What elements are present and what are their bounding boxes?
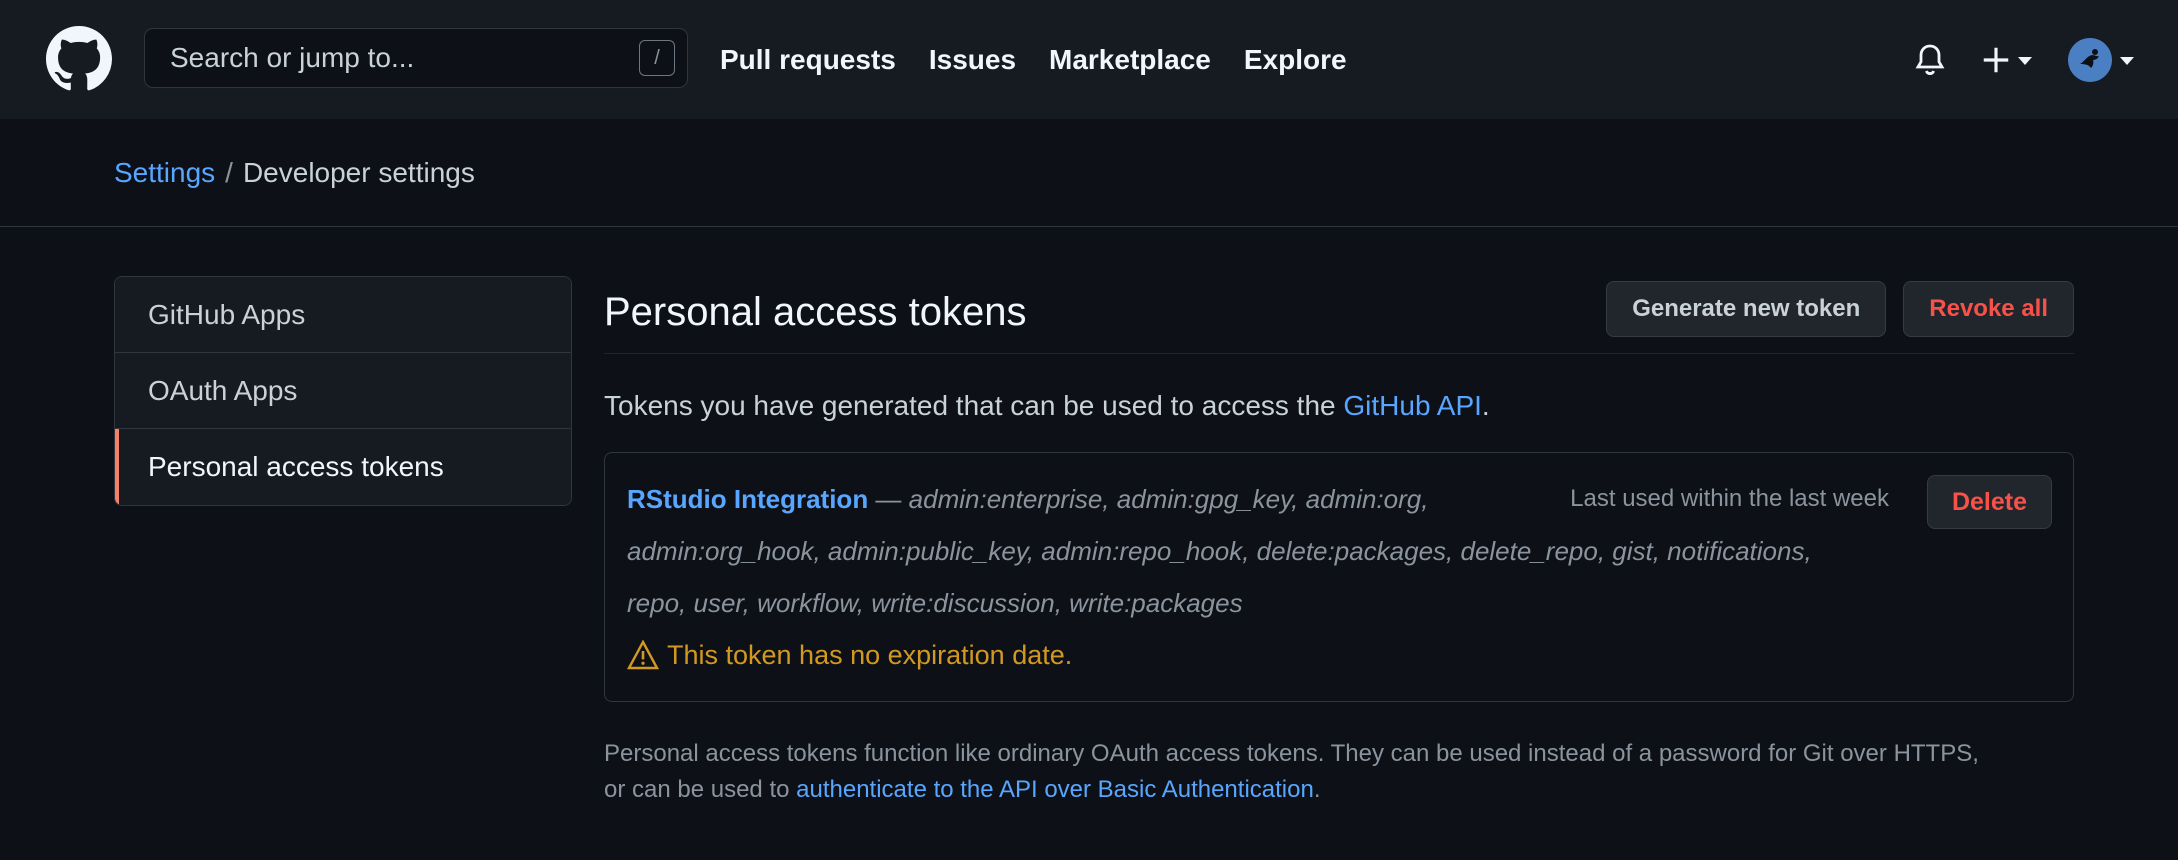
help-line1: Personal access tokens function like ord… <box>604 740 1979 767</box>
sidebar-item-personal-access-tokens[interactable]: Personal access tokens <box>115 429 571 505</box>
avatar <box>2068 37 2112 82</box>
github-logo-icon[interactable] <box>46 26 112 92</box>
create-new-dropdown[interactable] <box>1982 46 2032 74</box>
search-placeholder: Search or jump to... <box>170 42 415 73</box>
page-header: Personal access tokens Generate new toke… <box>604 276 2074 354</box>
nav-pull-requests[interactable]: Pull requests <box>720 44 896 76</box>
sidebar-item-github-apps[interactable]: GitHub Apps <box>115 277 571 353</box>
basic-auth-link[interactable]: authenticate to the API over Basic Authe… <box>796 776 1314 803</box>
sidebar-item-label: OAuth Apps <box>148 374 298 406</box>
tokens-help-text: Personal access tokens function like ord… <box>604 736 2074 808</box>
description-text: Tokens you have generated that can be us… <box>604 390 1344 421</box>
token-scopes-line2: admin:org_hook, admin:public_key, admin:… <box>627 536 1812 566</box>
top-header: Search or jump to... / Pull requests Iss… <box>0 0 2178 119</box>
search-shortcut-key: / <box>639 40 675 76</box>
warning-text: This token has no expiration date. <box>667 640 1073 670</box>
main-content: Personal access tokens Generate new toke… <box>604 276 2074 808</box>
token-dash: — <box>868 484 909 514</box>
help-line2-suffix: . <box>1313 776 1321 803</box>
plus-icon <box>1983 47 2009 72</box>
breadcrumb-separator: / <box>225 156 233 188</box>
nav-issues[interactable]: Issues <box>929 44 1016 76</box>
nav-explore[interactable]: Explore <box>1244 44 1347 76</box>
breadcrumb-settings-link[interactable]: Settings <box>114 157 215 189</box>
revoke-all-button[interactable]: Revoke all <box>1903 280 2074 337</box>
tokens-description: Tokens you have generated that can be us… <box>604 390 2074 422</box>
delete-token-button[interactable]: Delete <box>1927 475 2052 529</box>
chevron-down-icon <box>2018 56 2032 65</box>
github-api-link[interactable]: GitHub API <box>1343 390 1482 421</box>
generate-new-token-button[interactable]: Generate new token <box>1606 280 1887 337</box>
token-name-link[interactable]: RStudio Integration <box>627 484 868 514</box>
user-menu-dropdown[interactable] <box>2068 37 2134 82</box>
token-expiration-warning: This token has no expiration date. <box>627 629 1895 681</box>
sidebar-item-label: GitHub Apps <box>148 298 306 330</box>
chevron-down-icon <box>2120 56 2134 65</box>
breadcrumb: Settings / Developer settings <box>0 119 2178 227</box>
developer-settings-sidebar: GitHub Apps OAuth Apps Personal access t… <box>114 276 572 506</box>
token-scopes-line3: repo, user, workflow, write:discussion, … <box>627 588 1243 618</box>
description-period: . <box>1481 390 1490 421</box>
top-nav: Pull requests Issues Marketplace Explore <box>720 0 1347 119</box>
page-actions: Generate new token Revoke all <box>1606 280 2074 337</box>
breadcrumb-current: Developer settings <box>242 156 475 188</box>
bell-icon <box>1915 44 1945 75</box>
notifications-button[interactable] <box>1914 43 1946 77</box>
page-title: Personal access tokens <box>604 290 1027 334</box>
token-list-item: RStudio Integration — admin:enterprise, … <box>604 452 2074 702</box>
token-scopes-line1: admin:enterprise, admin:gpg_key, admin:o… <box>908 484 1429 514</box>
help-line2-prefix: or can be used to <box>604 776 797 803</box>
header-actions <box>1914 0 2134 119</box>
search-input[interactable]: Search or jump to... / <box>144 28 688 88</box>
nav-marketplace[interactable]: Marketplace <box>1049 44 1211 76</box>
token-last-used: Last used within the last week <box>1570 485 1889 512</box>
sidebar-item-oauth-apps[interactable]: OAuth Apps <box>115 353 571 429</box>
alert-icon <box>627 640 659 670</box>
sidebar-item-label: Personal access tokens <box>148 451 444 482</box>
